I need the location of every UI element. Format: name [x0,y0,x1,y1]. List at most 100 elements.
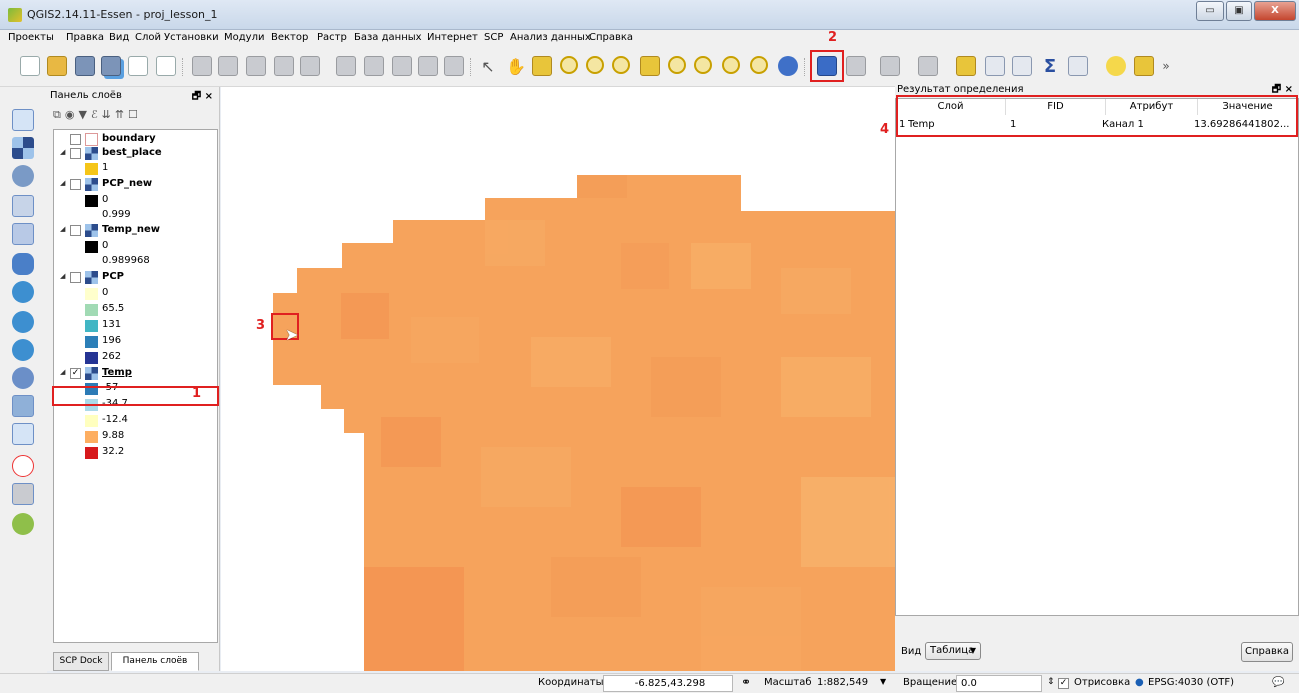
add-group-icon[interactable]: ⧉ [53,108,65,121]
remove-layer-icon[interactable]: ☐ [128,108,142,121]
new-print-composer-icon[interactable] [128,56,148,76]
menu-vector[interactable]: Вектор [271,32,308,43]
coordinate-field[interactable]: -6.825,43.298 [603,675,733,692]
menu-layer[interactable]: Слой [135,32,161,43]
rotation-spinner-icon[interactable]: ⇕ [1047,677,1055,687]
layer-visibility-checkbox[interactable] [70,272,81,283]
deselect-features-icon[interactable] [956,56,976,76]
toggle-editing-icon[interactable] [218,56,238,76]
layer-item-best-place[interactable]: ◢ best_place [54,147,214,160]
zoom-next-icon[interactable] [750,56,768,74]
open-project-icon[interactable] [47,56,67,76]
close-button[interactable]: X [1254,1,1296,21]
layer-item-temp[interactable]: ◢ ✓ Temp [54,367,214,380]
pan-map-icon[interactable]: ✋ [506,56,526,76]
refresh-icon[interactable] [778,56,798,76]
map-tips-icon[interactable] [1134,56,1154,76]
filter-expression-icon[interactable]: ℰ [91,108,102,121]
select-features-icon[interactable] [880,56,900,76]
add-raster-layer-icon[interactable] [12,137,34,159]
new-shapefile-icon[interactable] [12,395,34,417]
layer-item-boundary[interactable]: boundary [54,133,214,146]
paste-features-icon[interactable] [444,56,464,76]
layer-visibility-checkbox[interactable] [70,148,81,159]
georeferencer-icon[interactable] [12,455,34,477]
zoom-last-icon[interactable] [722,56,740,74]
tab-scp-dock[interactable]: SCP Dock [53,652,109,671]
expand-arrow-icon[interactable]: ◢ [60,179,65,187]
add-delimited-text-icon[interactable] [12,367,34,389]
scale-value[interactable]: 1:882,549 [817,677,868,688]
add-spatialite-layer-icon[interactable] [12,195,34,217]
attribute-table-icon[interactable] [985,56,1005,76]
zoom-in-icon[interactable] [560,56,578,74]
expand-arrow-icon[interactable]: ◢ [60,272,65,280]
layer-item-pcp[interactable]: ◢ PCP [54,271,214,284]
add-mssql-layer-icon[interactable] [12,223,34,245]
save-project-icon[interactable] [75,56,95,76]
layer-visibility-checkbox[interactable] [70,134,81,145]
zoom-out-icon[interactable] [586,56,604,74]
layer-visibility-checkbox[interactable]: ✓ [70,368,81,379]
add-oracle-layer-icon[interactable] [12,253,34,275]
messages-icon[interactable]: 💬 [1272,677,1284,688]
pan-to-selection-icon[interactable] [532,56,552,76]
map-canvas[interactable]: ➤ [221,87,895,671]
new-spatialite-layer-icon[interactable] [12,423,34,445]
maximize-button[interactable]: ▣ [1226,1,1252,21]
scale-lock-icon[interactable]: ⚭ [741,675,751,689]
manage-visibility-icon[interactable]: ◉ [65,108,79,121]
crs-status[interactable]: EPSG:4030 (OTF) [1148,677,1234,688]
field-calculator-icon[interactable] [1012,56,1032,76]
copy-features-icon[interactable] [418,56,438,76]
zoom-native-icon[interactable] [612,56,630,74]
rotation-field[interactable]: 0.0 [956,675,1042,692]
current-edits-icon[interactable] [192,56,212,76]
expand-arrow-icon[interactable]: ◢ [60,368,65,376]
save-as-icon[interactable] [101,56,121,76]
expand-arrow-icon[interactable]: ◢ [60,225,65,233]
menu-database[interactable]: База данных [354,32,422,43]
filter-legend-icon[interactable]: ▼ [78,108,90,121]
zoom-full-icon[interactable] [640,56,660,76]
measure-line-icon[interactable] [1068,56,1088,76]
menu-data-analysis[interactable]: Анализ данных [510,32,591,43]
layers-panel-controls[interactable]: 🗗 × [192,89,213,106]
select-by-expression-icon[interactable] [918,56,938,76]
minimize-button[interactable]: ▭ [1196,1,1224,21]
menu-internet[interactable]: Интернет [427,32,478,43]
coordinate-capture-icon[interactable] [12,483,34,505]
layer-visibility-checkbox[interactable] [70,225,81,236]
view-mode-select[interactable]: Таблица ▼ [925,642,981,660]
cut-features-icon[interactable] [392,56,412,76]
add-wfs-layer-icon[interactable] [12,339,34,361]
expand-all-icon[interactable]: ⇊ [102,108,115,121]
menu-projects[interactable]: Проекты [8,32,54,43]
node-tool-icon[interactable] [336,56,356,76]
tab-layers-panel[interactable]: Панель слоёв [111,652,199,671]
layer-item-pcp-new[interactable]: ◢ PCP_new [54,178,214,191]
menu-view[interactable]: Вид [109,32,129,43]
touch-zoom-pan-icon[interactable]: ↖ [478,56,498,76]
composer-manager-icon[interactable] [156,56,176,76]
add-wms-layer-icon[interactable] [12,281,34,303]
add-vector-layer-icon[interactable] [12,109,34,131]
scp-plugin-icon[interactable] [12,513,34,535]
delete-selected-icon[interactable] [364,56,384,76]
collapse-all-icon[interactable]: ⇈ [115,108,128,121]
menu-scp[interactable]: SCP [484,32,503,43]
help-button[interactable]: Справка [1241,642,1293,662]
add-postgis-layer-icon[interactable] [12,165,34,187]
toolbar-overflow-icon[interactable]: » [1156,56,1176,76]
text-annotation-icon[interactable] [1106,56,1126,76]
save-edits-icon[interactable] [246,56,266,76]
new-project-icon[interactable] [20,56,40,76]
menu-edit[interactable]: Правка [66,32,104,43]
zoom-to-selection-icon[interactable] [668,56,686,74]
menu-raster[interactable]: Растр [317,32,347,43]
add-feature-icon[interactable] [274,56,294,76]
statistical-summary-icon[interactable]: Σ [1040,56,1060,77]
expand-arrow-icon[interactable]: ◢ [60,148,65,156]
layer-visibility-checkbox[interactable] [70,179,81,190]
add-wcs-layer-icon[interactable] [12,311,34,333]
